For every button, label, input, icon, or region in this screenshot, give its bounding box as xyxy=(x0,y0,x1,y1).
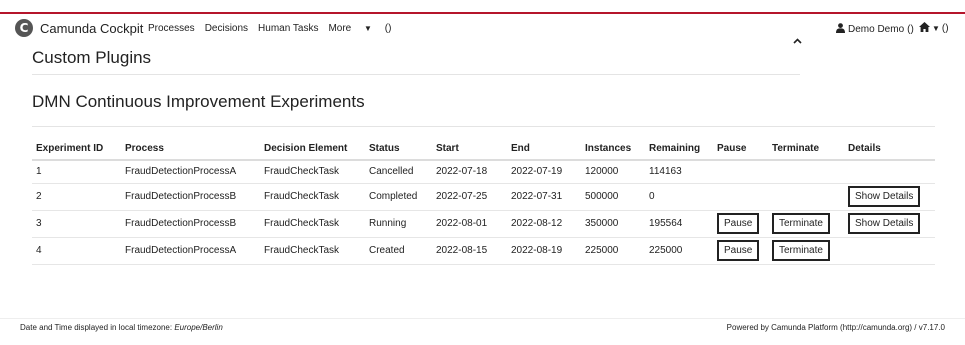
cell-instances: 500000 xyxy=(581,183,645,211)
user-suffix: () xyxy=(907,24,914,35)
cell-remaining: 114163 xyxy=(645,160,713,184)
cell-process: FraudDetectionProcessB xyxy=(121,210,260,238)
cell-end: 2022-07-31 xyxy=(507,183,581,211)
cell-instances: 225000 xyxy=(581,237,645,265)
nav-item-decisions[interactable]: Decisions xyxy=(205,23,248,34)
cell-instances: 120000 xyxy=(581,160,645,184)
cell-status: Cancelled xyxy=(365,160,432,184)
cell-remaining: 0 xyxy=(645,183,713,211)
cell-instances: 350000 xyxy=(581,210,645,238)
col-header-pause: Pause xyxy=(713,138,768,161)
cell-decision-element: FraudCheckTask xyxy=(260,160,365,184)
table-row: 3 FraudDetectionProcessB FraudCheckTask … xyxy=(32,210,935,238)
cell-details xyxy=(844,237,935,265)
col-header-decision-element: Decision Element xyxy=(260,138,365,161)
nav-item-more[interactable]: More ▼ () xyxy=(328,23,401,34)
cell-terminate: Terminate xyxy=(768,237,844,265)
cell-remaining: 195564 xyxy=(645,210,713,238)
home-menu[interactable]: ▼ () xyxy=(919,22,949,35)
show-details-button[interactable]: Show Details xyxy=(848,186,921,207)
cell-process: FraudDetectionProcessA xyxy=(121,237,260,265)
caret-down-icon: ▼ xyxy=(364,24,372,33)
camunda-logo-icon: C xyxy=(15,19,33,37)
table-row: 1 FraudDetectionProcessA FraudCheckTask … xyxy=(32,160,935,184)
show-details-button[interactable]: Show Details xyxy=(848,213,921,234)
cell-experiment-id: 2 xyxy=(32,183,121,211)
caret-down-icon: ▼ xyxy=(932,24,940,33)
navbar: C Camunda Cockpit Processes Decisions Hu… xyxy=(0,14,965,42)
cell-experiment-id: 1 xyxy=(32,160,121,184)
nav-more-label: More xyxy=(328,23,352,34)
col-header-instances: Instances xyxy=(581,138,645,161)
pause-button[interactable]: Pause xyxy=(717,213,760,234)
cell-pause: Pause xyxy=(713,210,768,238)
divider xyxy=(32,74,800,75)
cell-details: Show Details xyxy=(844,183,935,211)
cell-experiment-id: 4 xyxy=(32,237,121,265)
home-icon xyxy=(919,22,930,35)
cell-terminate xyxy=(768,160,844,184)
cell-status: Running xyxy=(365,210,432,238)
col-header-process: Process xyxy=(121,138,260,161)
cell-details xyxy=(844,160,935,184)
col-header-end: End xyxy=(507,138,581,161)
cell-decision-element: FraudCheckTask xyxy=(260,183,365,211)
section-title-custom-plugins: Custom Plugins xyxy=(32,48,152,67)
experiments-table: Experiment ID Process Decision Element S… xyxy=(32,138,935,265)
cell-process: FraudDetectionProcessB xyxy=(121,183,260,211)
footer-divider xyxy=(0,318,965,319)
cell-process: FraudDetectionProcessA xyxy=(121,160,260,184)
table-row: 2 FraudDetectionProcessB FraudCheckTask … xyxy=(32,183,935,211)
user-menu[interactable]: Demo Demo () xyxy=(836,23,914,36)
cell-end: 2022-07-19 xyxy=(507,160,581,184)
brand[interactable]: C Camunda Cockpit xyxy=(15,19,143,37)
cell-pause xyxy=(713,160,768,184)
cell-experiment-id: 3 xyxy=(32,210,121,238)
col-header-details: Details xyxy=(844,138,935,161)
terminate-button[interactable]: Terminate xyxy=(772,213,830,234)
cell-end: 2022-08-19 xyxy=(507,237,581,265)
table-row: 4 FraudDetectionProcessA FraudCheckTask … xyxy=(32,237,935,265)
cell-end: 2022-08-12 xyxy=(507,210,581,238)
col-header-status: Status xyxy=(365,138,432,161)
cell-terminate xyxy=(768,183,844,211)
col-header-start: Start xyxy=(432,138,507,161)
cell-start: 2022-08-15 xyxy=(432,237,507,265)
home-suffix: () xyxy=(941,23,949,34)
col-header-terminate: Terminate xyxy=(768,138,844,161)
cell-pause: Pause xyxy=(713,237,768,265)
collapse-chevron-up-icon[interactable] xyxy=(793,35,802,47)
cell-pause xyxy=(713,183,768,211)
cell-remaining: 225000 xyxy=(645,237,713,265)
table-header-row: Experiment ID Process Decision Element S… xyxy=(32,138,935,161)
cell-details: Show Details xyxy=(844,210,935,238)
user-icon xyxy=(836,23,845,36)
terminate-button[interactable]: Terminate xyxy=(772,240,830,261)
cell-status: Completed xyxy=(365,183,432,211)
nav-links: Processes Decisions Human Tasks More ▼ (… xyxy=(148,23,411,34)
user-name: Demo Demo xyxy=(848,24,905,35)
cell-terminate: Terminate xyxy=(768,210,844,238)
section-title-dmn-experiments: DMN Continuous Improvement Experiments xyxy=(32,92,365,111)
col-header-remaining: Remaining xyxy=(645,138,713,161)
divider xyxy=(32,126,935,127)
pause-button[interactable]: Pause xyxy=(717,240,760,261)
cell-decision-element: FraudCheckTask xyxy=(260,210,365,238)
nav-more-suffix: () xyxy=(384,23,392,34)
timezone-value: Europe/Berlin xyxy=(174,323,223,332)
cell-decision-element: FraudCheckTask xyxy=(260,237,365,265)
nav-item-human-tasks[interactable]: Human Tasks xyxy=(258,23,318,34)
cell-start: 2022-07-18 xyxy=(432,160,507,184)
col-header-experiment-id: Experiment ID xyxy=(32,138,121,161)
timezone-prefix: Date and Time displayed in local timezon… xyxy=(20,323,175,332)
footer-powered-by: Powered by Camunda Platform (http://camu… xyxy=(726,323,945,332)
footer-timezone: Date and Time displayed in local timezon… xyxy=(20,323,223,332)
cell-start: 2022-08-01 xyxy=(432,210,507,238)
cell-start: 2022-07-25 xyxy=(432,183,507,211)
nav-item-processes[interactable]: Processes xyxy=(148,23,195,34)
brand-name: Camunda Cockpit xyxy=(40,20,144,36)
cell-status: Created xyxy=(365,237,432,265)
